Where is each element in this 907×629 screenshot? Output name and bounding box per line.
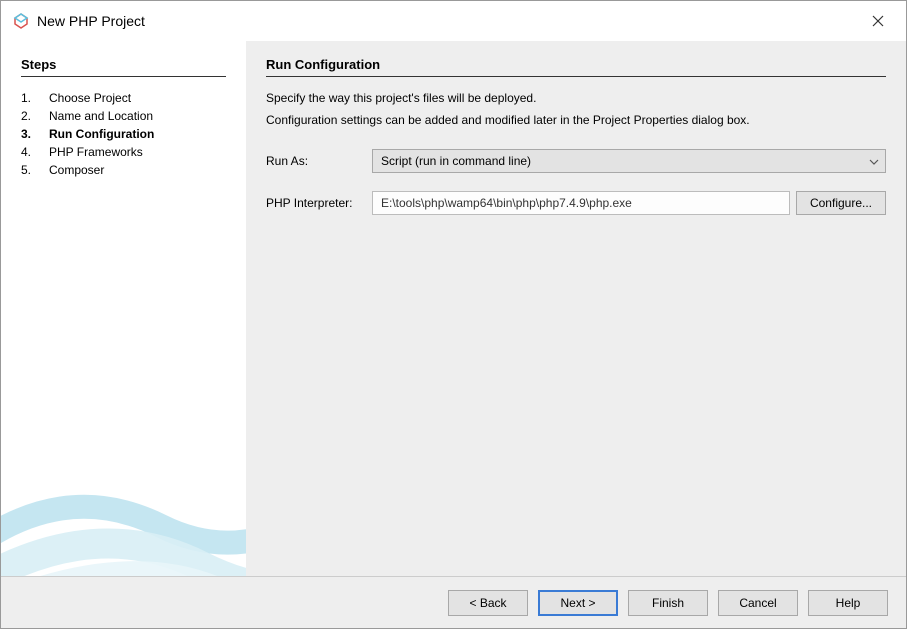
help-button[interactable]: Help	[808, 590, 888, 616]
close-button[interactable]	[858, 6, 898, 36]
step-label: PHP Frameworks	[49, 145, 143, 159]
step-label: Choose Project	[49, 91, 131, 105]
step-item-3: 3. Run Configuration	[21, 125, 226, 143]
interpreter-label: PHP Interpreter:	[266, 196, 366, 210]
divider	[266, 76, 886, 77]
interpreter-field[interactable]: E:\tools\php\wamp64\bin\php\php7.4.9\php…	[372, 191, 790, 215]
steps-heading: Steps	[21, 57, 226, 72]
step-num: 1.	[21, 91, 35, 105]
step-num: 2.	[21, 109, 35, 123]
decorative-wave-icon	[1, 356, 246, 576]
run-as-row: Run As: Script (run in command line)	[266, 149, 886, 173]
close-icon	[872, 15, 884, 27]
main-heading: Run Configuration	[266, 57, 886, 72]
app-icon	[13, 13, 29, 29]
run-as-select[interactable]: Script (run in command line)	[372, 149, 886, 173]
interpreter-value: E:\tools\php\wamp64\bin\php\php7.4.9\php…	[381, 196, 632, 210]
configure-label: Configure...	[810, 196, 872, 210]
run-as-label: Run As:	[266, 154, 366, 168]
step-item-4: 4. PHP Frameworks	[21, 143, 226, 161]
divider	[21, 76, 226, 77]
dialog-footer: < Back Next > Finish Cancel Help	[1, 576, 906, 628]
configure-button[interactable]: Configure...	[796, 191, 886, 215]
step-label: Name and Location	[49, 109, 153, 123]
step-label: Composer	[49, 163, 104, 177]
description-line-1: Specify the way this project's files wil…	[266, 89, 886, 107]
main-panel: Run Configuration Specify the way this p…	[246, 41, 906, 576]
titlebar: New PHP Project	[1, 1, 906, 41]
step-num: 4.	[21, 145, 35, 159]
step-item-2: 2. Name and Location	[21, 107, 226, 125]
next-button[interactable]: Next >	[538, 590, 618, 616]
step-item-1: 1. Choose Project	[21, 89, 226, 107]
description-line-2: Configuration settings can be added and …	[266, 111, 886, 129]
step-num: 3.	[21, 127, 35, 141]
cancel-button[interactable]: Cancel	[718, 590, 798, 616]
finish-button[interactable]: Finish	[628, 590, 708, 616]
back-button[interactable]: < Back	[448, 590, 528, 616]
steps-sidebar: Steps 1. Choose Project 2. Name and Loca…	[1, 41, 246, 576]
window-title: New PHP Project	[37, 13, 858, 29]
step-num: 5.	[21, 163, 35, 177]
step-label: Run Configuration	[49, 127, 154, 141]
interpreter-row: PHP Interpreter: E:\tools\php\wamp64\bin…	[266, 191, 886, 215]
step-item-5: 5. Composer	[21, 161, 226, 179]
run-as-value: Script (run in command line)	[381, 154, 531, 168]
chevron-down-icon	[869, 154, 879, 168]
dialog-body: Steps 1. Choose Project 2. Name and Loca…	[1, 41, 906, 576]
steps-list: 1. Choose Project 2. Name and Location 3…	[21, 89, 226, 179]
dialog-window: New PHP Project Steps 1. Choose Project …	[0, 0, 907, 629]
